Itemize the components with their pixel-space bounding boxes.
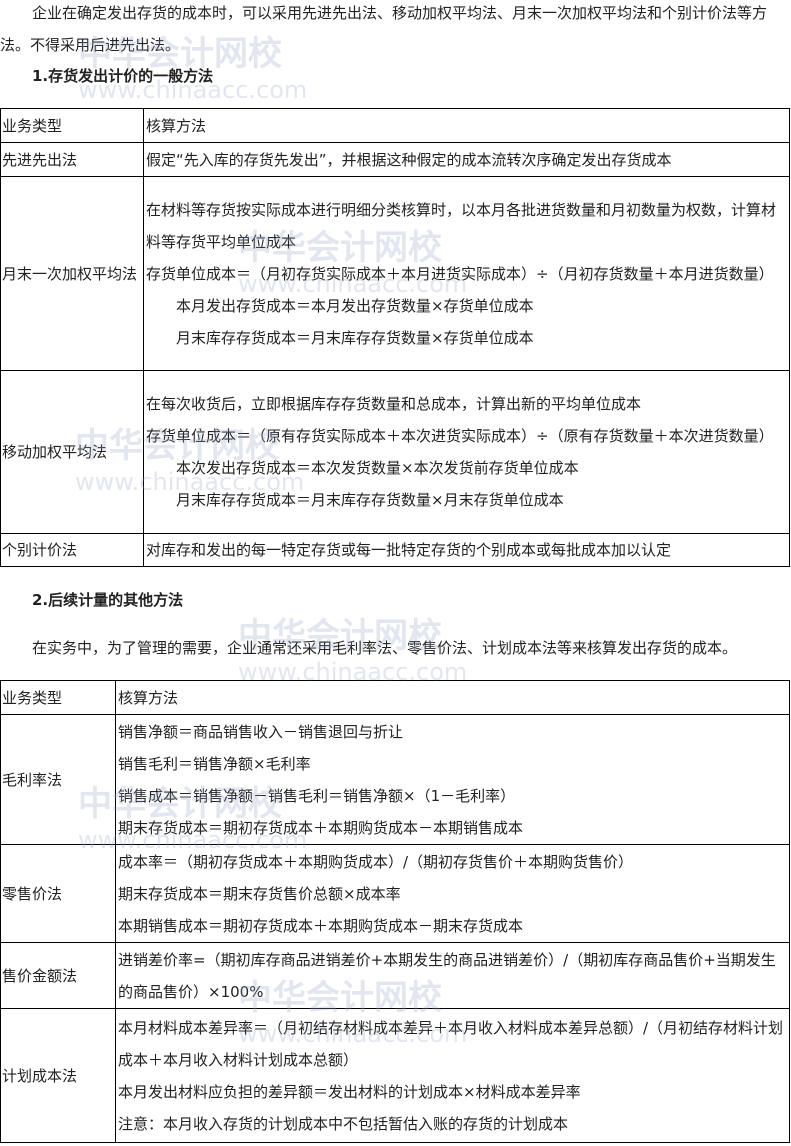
method-line: 期末存货成本＝期初存货成本＋本期购货成本－本期销售成本 [118, 818, 524, 837]
method-line: 销售净额＝商品销售收入－销售退回与折让 [118, 722, 404, 741]
row-type: 先进先出法 [0, 142, 144, 177]
header-method: 核算方法 [115, 680, 790, 715]
header-type: 业务类型 [0, 680, 116, 715]
method-line: 存货单位成本＝（原有存货实际成本＋本次进货实际成本）÷（原有存货数量＋本次进货数… [146, 427, 774, 445]
method-line: 期末存货成本＝期末存货售价总额×成本率 [118, 884, 401, 903]
row-method: 假定“先入库的存货先发出”，并根据这种假定的成本流转次序确定发出存货成本 [143, 142, 790, 177]
method-line: 注意：本月收入存货的计划成本中不包括暂估入账的存货的计划成本 [118, 1114, 569, 1133]
method-line: 本月发出存货成本＝本月发出存货数量×存货单位成本 [176, 296, 534, 315]
general-methods-table: 业务类型 核算方法 先进先出法 假定“先入库的存货先发出”，并根据这种假定的成本… [0, 108, 790, 567]
section-1-heading: 1.存货发出计价的一般方法 [32, 67, 214, 85]
table-header-row: 业务类型 核算方法 [0, 680, 790, 715]
header-method: 核算方法 [143, 108, 790, 143]
table-row: 零售价法 成本率＝（期初存货成本＋本期购货成本）/（期初存货售价＋本期购货售价）… [0, 844, 790, 943]
table-row: 月末一次加权平均法 在材料等存货按实际成本进行明细分类核算时，以本月各批进货数量… [0, 176, 790, 371]
other-methods-table: 业务类型 核算方法 毛利率法 销售净额＝商品销售收入－销售退回与折让 销售毛利＝… [0, 680, 790, 1143]
section-2-intro: 在实务中，为了管理的需要，企业通常还采用毛利率法、零售价法、计划成本法等来核算发… [32, 639, 738, 657]
row-type: 计划成本法 [0, 1008, 116, 1143]
table-row: 个别计价法 对库存和发出的每一特定存货或每一批特定存货的个别成本或每批成本加以认… [0, 533, 790, 567]
table-row: 移动加权平均法 在每次收货后，立即根据库存存货数量和总成本，计算出新的平均单位成… [0, 370, 790, 534]
method-line: 本月发出材料应负担的差异额＝发出材料的计划成本×材料成本差异率 [118, 1082, 581, 1101]
table-row: 计划成本法 本月材料成本差异率＝（月初结存材料成本差异＋本月收入材料成本差异总额… [0, 1008, 790, 1143]
row-method: 本月材料成本差异率＝（月初结存材料成本差异＋本月收入材料成本差异总额）/（月初结… [115, 1008, 790, 1143]
method-line: 成本率＝（期初存货成本＋本期购货成本）/（期初存货售价＋本期购货售价） [118, 852, 634, 871]
row-type: 月末一次加权平均法 [0, 176, 144, 371]
method-line: 月末库存存货成本＝月末库存存货数量×存货单位成本 [176, 328, 534, 347]
row-method: 对库存和发出的每一特定存货或每一批特定存货的个别成本或每批成本加以认定 [143, 533, 790, 567]
table-row: 先进先出法 假定“先入库的存货先发出”，并根据这种假定的成本流转次序确定发出存货… [0, 142, 790, 177]
method-line: 销售成本＝销售净额－销售毛利＝销售净额×（1－毛利率） [118, 786, 516, 805]
row-method: 在材料等存货按实际成本进行明细分类核算时，以本月各批进货数量和月初数量为权数，计… [143, 176, 790, 371]
method-line: 存货单位成本＝（月初存货实际成本＋本月进货实际成本）÷（月初存货数量＋本月进货数… [146, 264, 774, 283]
method-line: 本次发出存货成本＝本次发货数量×本次发货前存货单位成本 [176, 459, 579, 477]
method-line: 本月材料成本差异率＝（月初结存材料成本差异＋本月收入材料成本差异总额）/（月初结… [118, 1018, 784, 1069]
table-header-row: 业务类型 核算方法 [0, 108, 790, 143]
row-method: 在每次收货后，立即根据库存存货数量和总成本，计算出新的平均单位成本 存货单位成本… [143, 370, 790, 534]
intro-paragraph: 企业在确定发出存货的成本时，可以采用先进先出法、移动加权平均法、月末一次加权平均… [0, 4, 768, 54]
row-type: 个别计价法 [0, 533, 144, 567]
method-line: 在材料等存货按实际成本进行明细分类核算时，以本月各批进货数量和月初数量为权数，计… [146, 200, 777, 251]
row-method: 销售净额＝商品销售收入－销售退回与折让 销售毛利＝销售净额×毛利率 销售成本＝销… [115, 714, 790, 845]
row-type: 零售价法 [0, 844, 116, 943]
row-method: 成本率＝（期初存货成本＋本期购货成本）/（期初存货售价＋本期购货售价） 期末存货… [115, 844, 790, 943]
method-line: 销售毛利＝销售净额×毛利率 [118, 754, 311, 773]
row-method: 进销差价率=（期初库存商品进销差价+本期发生的商品进销差价）/（期初库存商品售价… [115, 942, 790, 1009]
table-row: 售价金额法 进销差价率=（期初库存商品进销差价+本期发生的商品进销差价）/（期初… [0, 942, 790, 1009]
method-line: 月末库存存货成本＝月末库存存货数量×月末存货单位成本 [176, 491, 564, 509]
section-2-heading: 2.后续计量的其他方法 [32, 591, 184, 609]
method-line: 在每次收货后，立即根据库存存货数量和总成本，计算出新的平均单位成本 [146, 395, 642, 413]
row-type: 毛利率法 [0, 714, 116, 845]
method-line: 本期销售成本＝期初存货成本＋本期购货成本－期末存货成本 [118, 916, 524, 935]
row-type: 售价金额法 [0, 942, 116, 1009]
row-type: 移动加权平均法 [0, 370, 144, 534]
header-type: 业务类型 [0, 108, 144, 143]
table-row: 毛利率法 销售净额＝商品销售收入－销售退回与折让 销售毛利＝销售净额×毛利率 销… [0, 714, 790, 845]
